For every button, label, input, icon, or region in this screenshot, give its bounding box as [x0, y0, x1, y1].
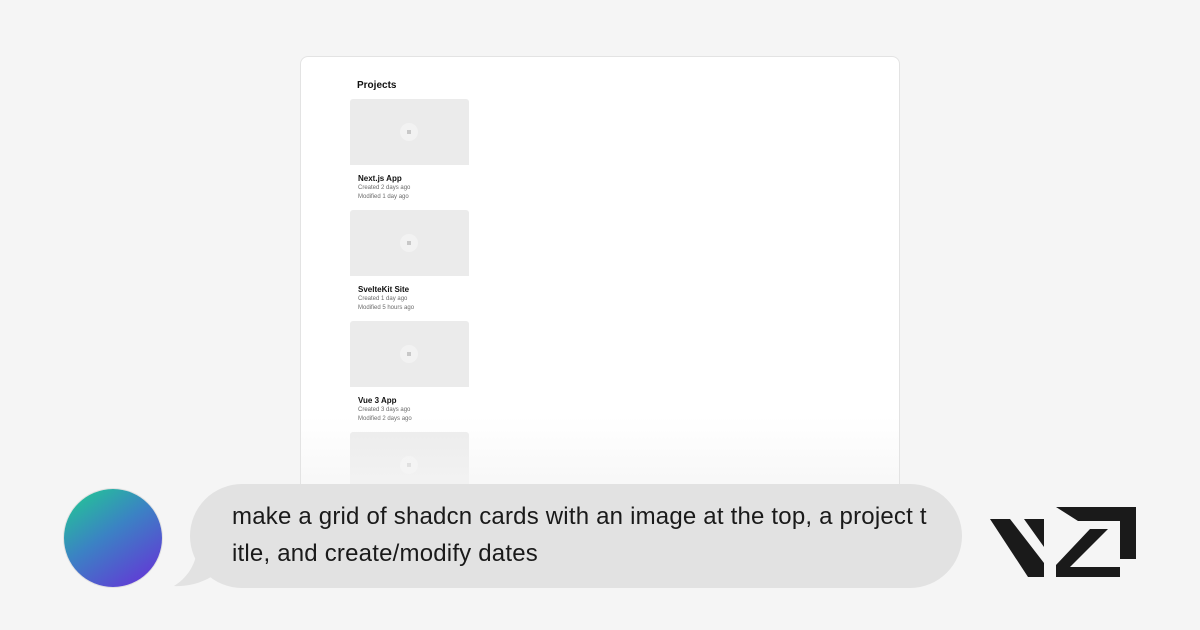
card-created-date: Created 3 days ago [358, 407, 411, 413]
image-placeholder-icon [400, 234, 418, 252]
image-placeholder-icon [400, 123, 418, 141]
card-title: Vue 3 App [358, 396, 397, 405]
card-modified-date: Modified 2 days ago [358, 416, 412, 422]
card-created-date: Created 1 day ago [358, 296, 408, 302]
card-title: SvelteKit Site [358, 285, 410, 294]
card-image [350, 210, 469, 276]
card-image [350, 99, 469, 165]
chat-bubble: make a grid of shadcn cards with an imag… [190, 484, 962, 588]
user-avatar [64, 489, 162, 587]
projects-panel: Projects Next.js App Created 2 days ago … [349, 71, 470, 527]
card-title: Next.js App [358, 174, 402, 183]
v0-logo-icon [990, 507, 1136, 577]
project-card[interactable]: SvelteKit Site Created 1 day ago Modifie… [350, 210, 469, 319]
preview-frame: Projects Next.js App Created 2 days ago … [300, 56, 900, 528]
project-card[interactable]: Vue 3 App Created 3 days ago Modified 2 … [350, 321, 469, 430]
projects-title: Projects [357, 80, 397, 91]
project-card[interactable]: Next.js App Created 2 days ago Modified … [350, 99, 469, 208]
card-image [350, 321, 469, 387]
image-placeholder-icon [400, 345, 418, 363]
card-modified-date: Modified 1 day ago [358, 194, 409, 200]
card-modified-date: Modified 5 hours ago [358, 305, 415, 311]
image-placeholder-icon [400, 456, 418, 474]
chat-message: make a grid of shadcn cards with an imag… [232, 503, 927, 567]
card-created-date: Created 2 days ago [358, 185, 411, 191]
